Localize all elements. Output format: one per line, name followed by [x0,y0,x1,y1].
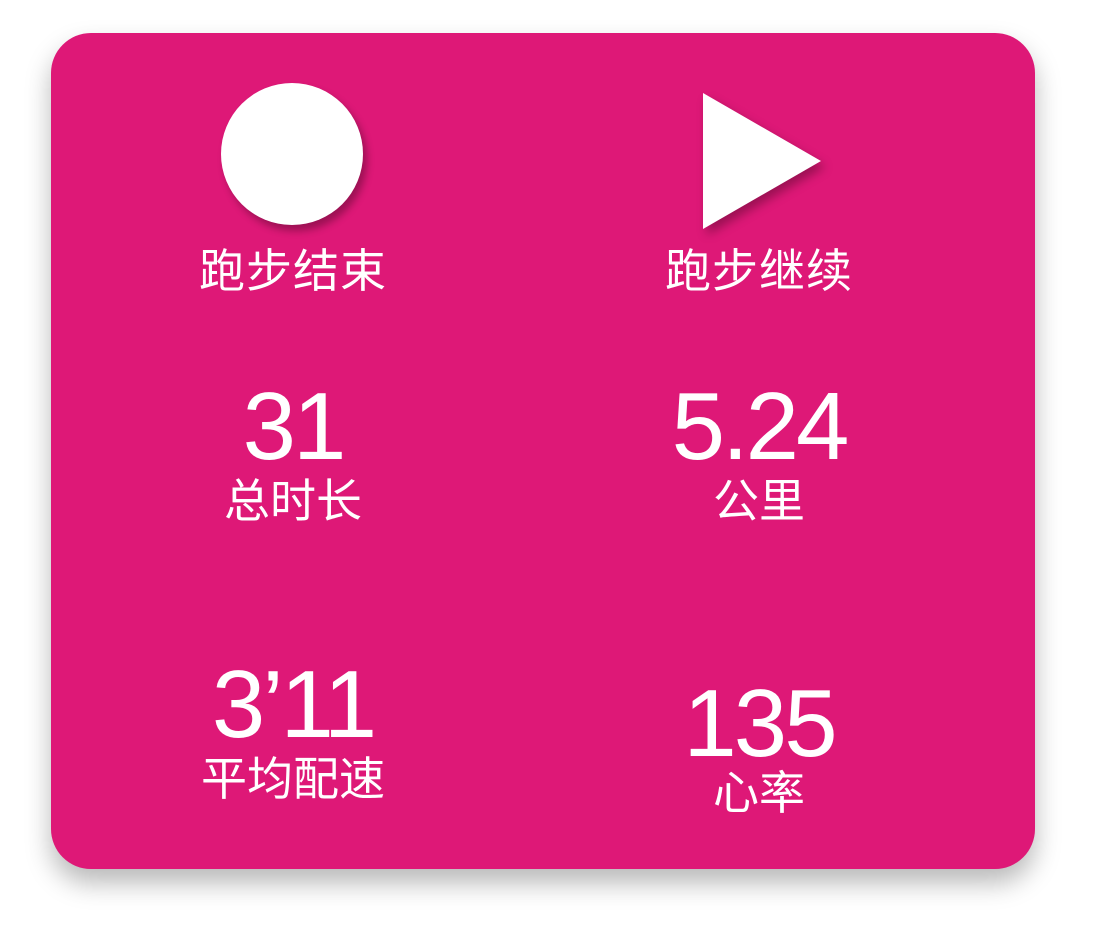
heart-rate-label: 心率 [713,766,805,820]
distance-label: 公里 [713,474,805,528]
stat-average-pace: 3’11 平均配速 [133,651,453,806]
stop-circle-icon[interactable] [221,83,363,225]
average-pace-value: 3’11 [211,651,377,758]
average-pace-label: 平均配速 [201,752,385,806]
heart-rate-value: 135 [683,670,837,777]
stop-run-label: 跑步结束 [199,244,387,298]
stat-distance: 5.24 公里 [599,373,919,528]
distance-value: 5.24 [671,373,850,480]
stop-icon-container [143,33,443,225]
stat-heart-rate: 135 心率 [599,670,919,820]
play-icon-container [609,33,909,229]
stat-duration: 31 总时长 [133,373,453,528]
play-icon[interactable] [703,93,823,233]
duration-value: 31 [242,373,347,480]
resume-run-label: 跑步继续 [665,244,853,298]
running-status-card: 跑步结束 跑步继续 31 总时长 5.24 公里 3’11 平均配速 135 心… [51,33,1035,869]
duration-label: 总时长 [224,474,362,528]
